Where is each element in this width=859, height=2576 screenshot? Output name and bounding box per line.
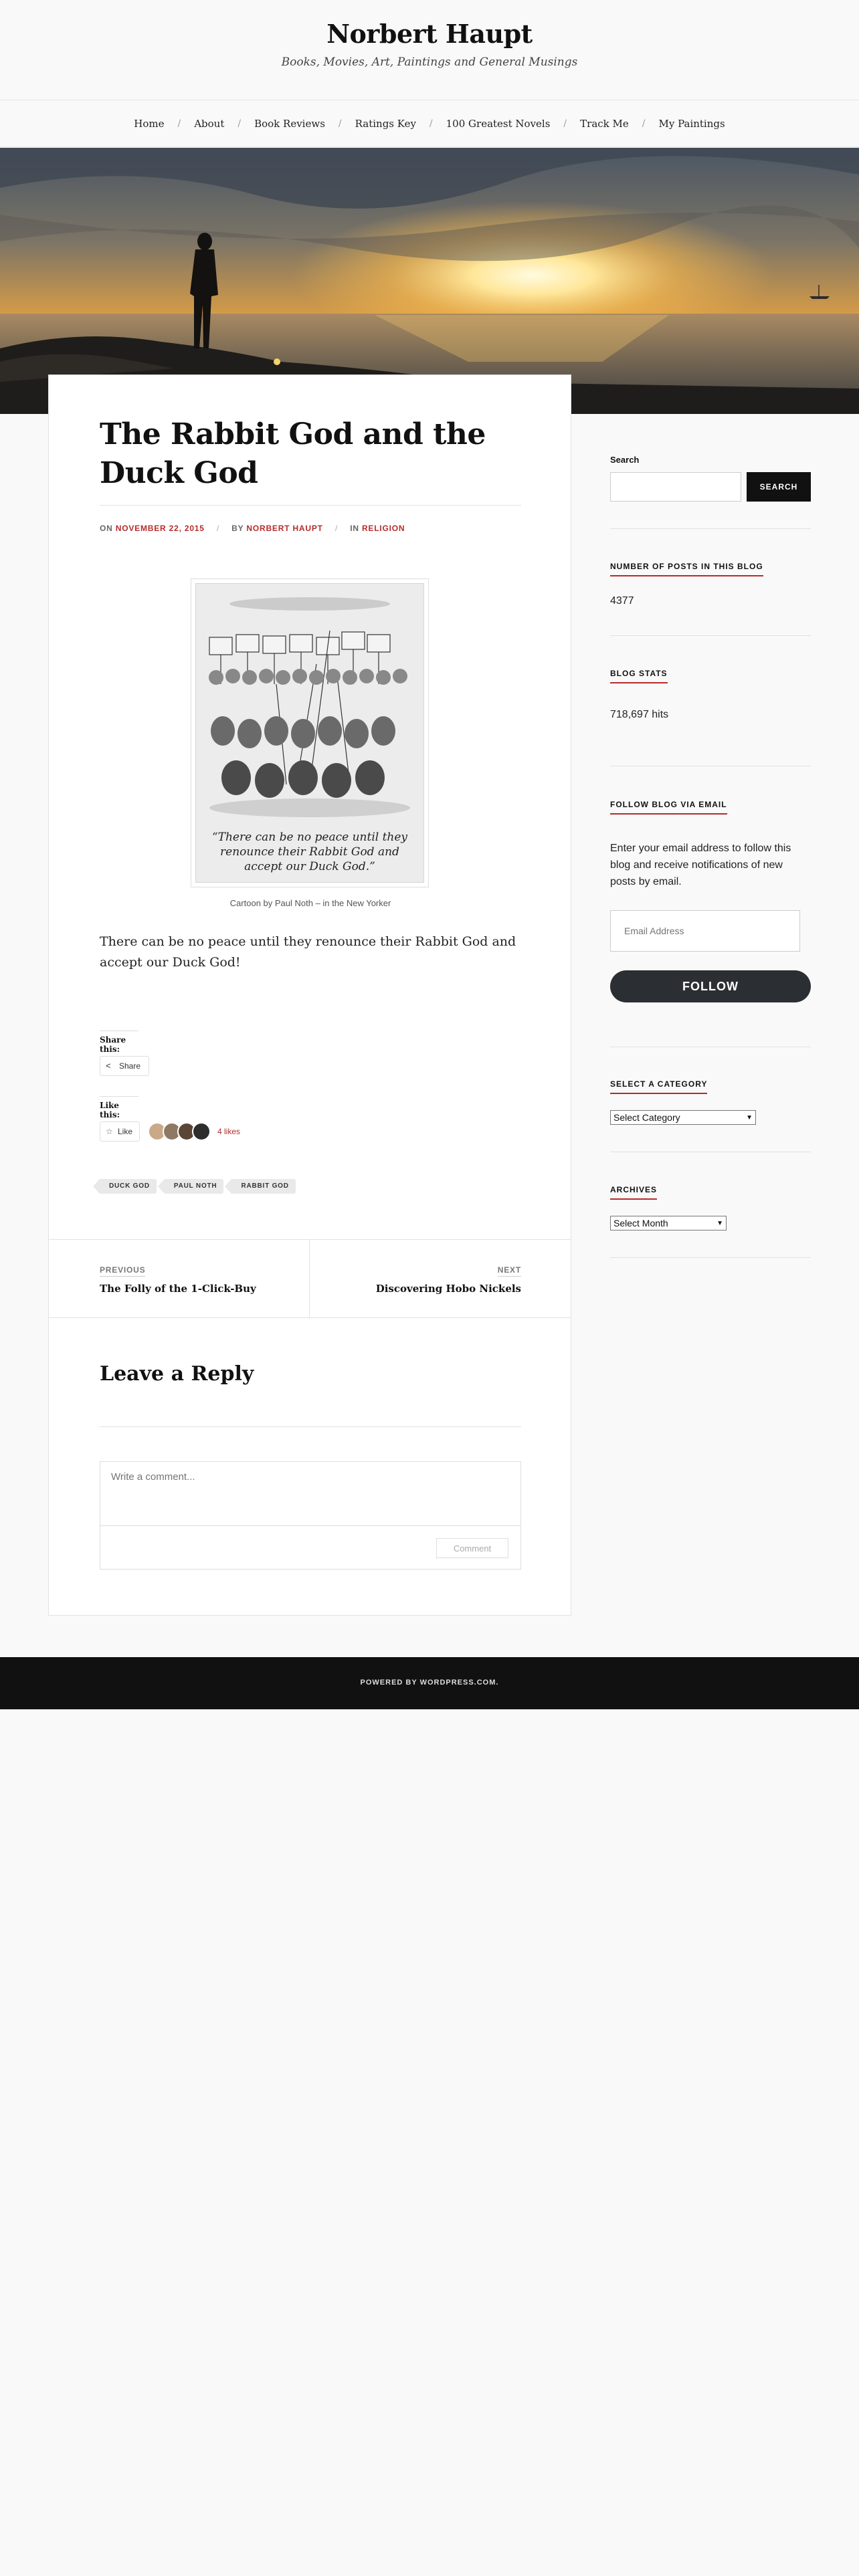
post-navigation: PREVIOUS The Folly of the 1-Click-Buy NE… xyxy=(49,1239,571,1319)
reply-divider xyxy=(100,1426,521,1427)
follow-description: Enter your email address to follow this … xyxy=(610,843,791,887)
previous-post-title: The Folly of the 1-Click-Buy xyxy=(100,1283,256,1295)
blog-stats-title: BLOG STATS xyxy=(610,669,668,683)
previous-label: PREVIOUS xyxy=(100,1265,146,1277)
post-tags: DUCK GOD PAUL NOTH RABBIT GOD xyxy=(93,1179,304,1194)
post-category-link[interactable]: RELIGION xyxy=(362,524,405,533)
meta-separator: / xyxy=(216,524,220,533)
like-button[interactable]: ☆ Like xyxy=(100,1121,140,1142)
share-heading: Share this: xyxy=(100,1031,138,1054)
follow-button[interactable]: FOLLOW xyxy=(610,970,811,1002)
next-post-title: Discovering Hobo Nickels xyxy=(375,1283,521,1295)
nav-item-track-me[interactable]: Track Me xyxy=(580,118,629,130)
post-date-link[interactable]: NOVEMBER 22, 2015 xyxy=(116,524,205,533)
main-navigation: Home / About / Book Reviews / Ratings Key / … xyxy=(0,100,859,147)
widget-divider xyxy=(610,1257,811,1258)
cartoon-figure[interactable]: “There can be no peace until they renoun… xyxy=(191,578,429,887)
meta-on-label: ON xyxy=(100,524,113,533)
nav-separator: / xyxy=(177,118,181,129)
tag-duck-god[interactable]: DUCK GOD xyxy=(93,1179,157,1194)
site-header: Norbert Haupt Books, Movies, Art, Painti… xyxy=(0,0,859,100)
next-label: NEXT xyxy=(497,1265,521,1277)
nav-separator: / xyxy=(237,118,242,129)
nav-item-book-reviews[interactable]: Book Reviews xyxy=(254,118,325,130)
category-select[interactable]: Select Category ▼ xyxy=(610,1110,756,1125)
post-body-text: There can be no peace until they renounc… xyxy=(100,934,516,970)
title-divider xyxy=(100,505,521,506)
category-title: SELECT A CATEGORY xyxy=(610,1079,708,1094)
category-select-value: Select Category xyxy=(613,1112,680,1123)
share-button-label: Share xyxy=(119,1061,141,1071)
widget-divider xyxy=(610,635,811,636)
like-button-label: Like xyxy=(118,1127,133,1136)
likers-list: 4 likes xyxy=(148,1122,240,1141)
search-label: Search xyxy=(610,455,640,465)
nav-separator: / xyxy=(429,118,433,129)
archives-select-value: Select Month xyxy=(613,1218,668,1228)
likes-count[interactable]: 4 likes xyxy=(217,1127,240,1136)
reply-title: Leave a Reply xyxy=(100,1362,254,1386)
email-input[interactable] xyxy=(610,910,800,952)
comment-input[interactable] xyxy=(100,1462,520,1526)
site-description: Books, Movies, Art, Paintings and Genera… xyxy=(281,56,578,69)
posts-count-title: NUMBER OF POSTS IN THIS BLOG xyxy=(610,562,763,576)
nav-separator: / xyxy=(563,118,567,129)
search-input[interactable] xyxy=(610,472,741,502)
follow-title: FOLLOW BLOG VIA EMAIL xyxy=(610,800,727,815)
nav-item-my-paintings[interactable]: My Paintings xyxy=(658,118,725,130)
site-footer: POWERED BY WORDPRESS.COM. xyxy=(0,1657,859,1709)
post-meta: ON NOVEMBER 22, 2015 / BY NORBERT HAUPT … xyxy=(100,524,405,533)
figure-caption: Cartoon by Paul Noth – in the New Yorker xyxy=(229,898,391,908)
nav-item-home[interactable]: Home xyxy=(134,118,164,130)
meta-by-label: BY xyxy=(231,524,244,533)
comment-form: Comment xyxy=(100,1461,521,1570)
post-nav-divider xyxy=(309,1240,310,1319)
comment-submit-button[interactable]: Comment xyxy=(436,1538,508,1558)
share-button[interactable]: < Share xyxy=(100,1056,150,1076)
meta-separator: / xyxy=(335,524,339,533)
chevron-down-icon: ▼ xyxy=(746,1113,753,1121)
search-button[interactable]: SEARCH xyxy=(747,472,811,502)
cartoon-quote: “There can be no peace until they renoun… xyxy=(211,831,408,873)
like-heading: Like this: xyxy=(100,1096,138,1119)
posts-count-value: 4377 xyxy=(610,595,634,607)
nav-separator: / xyxy=(642,118,646,129)
post-title: The Rabbit God and the Duck God xyxy=(100,417,486,490)
star-icon: ☆ xyxy=(106,1127,113,1136)
post-article: The Rabbit God and the Duck God ON NOVEM… xyxy=(48,374,571,1616)
nav-separator: / xyxy=(338,118,342,129)
nav-item-ratings-key[interactable]: Ratings Key xyxy=(355,118,416,130)
site-title[interactable]: Norbert Haupt xyxy=(0,0,859,49)
widget-divider xyxy=(610,528,811,529)
footer-credit-link[interactable]: POWERED BY WORDPRESS.COM. xyxy=(361,1679,499,1687)
tag-rabbit-god[interactable]: RABBIT GOD xyxy=(225,1179,296,1194)
cartoon-drawing xyxy=(209,597,410,817)
avatar[interactable] xyxy=(192,1122,211,1141)
archives-title: ARCHIVES xyxy=(610,1185,658,1200)
nav-item-100-greatest-novels[interactable]: 100 Greatest Novels xyxy=(446,118,551,130)
meta-in-label: IN xyxy=(350,524,359,533)
nav-item-about[interactable]: About xyxy=(194,118,224,130)
post-author-link[interactable]: NORBERT HAUPT xyxy=(246,524,322,533)
tag-paul-noth[interactable]: PAUL NOTH xyxy=(157,1179,224,1194)
archives-select[interactable]: Select Month ▼ xyxy=(610,1216,727,1230)
blog-stats-value: 718,697 hits xyxy=(610,709,669,720)
share-icon: < xyxy=(106,1061,111,1071)
chevron-down-icon: ▼ xyxy=(717,1219,723,1227)
cartoon-image: “There can be no peace until they renoun… xyxy=(195,583,424,883)
